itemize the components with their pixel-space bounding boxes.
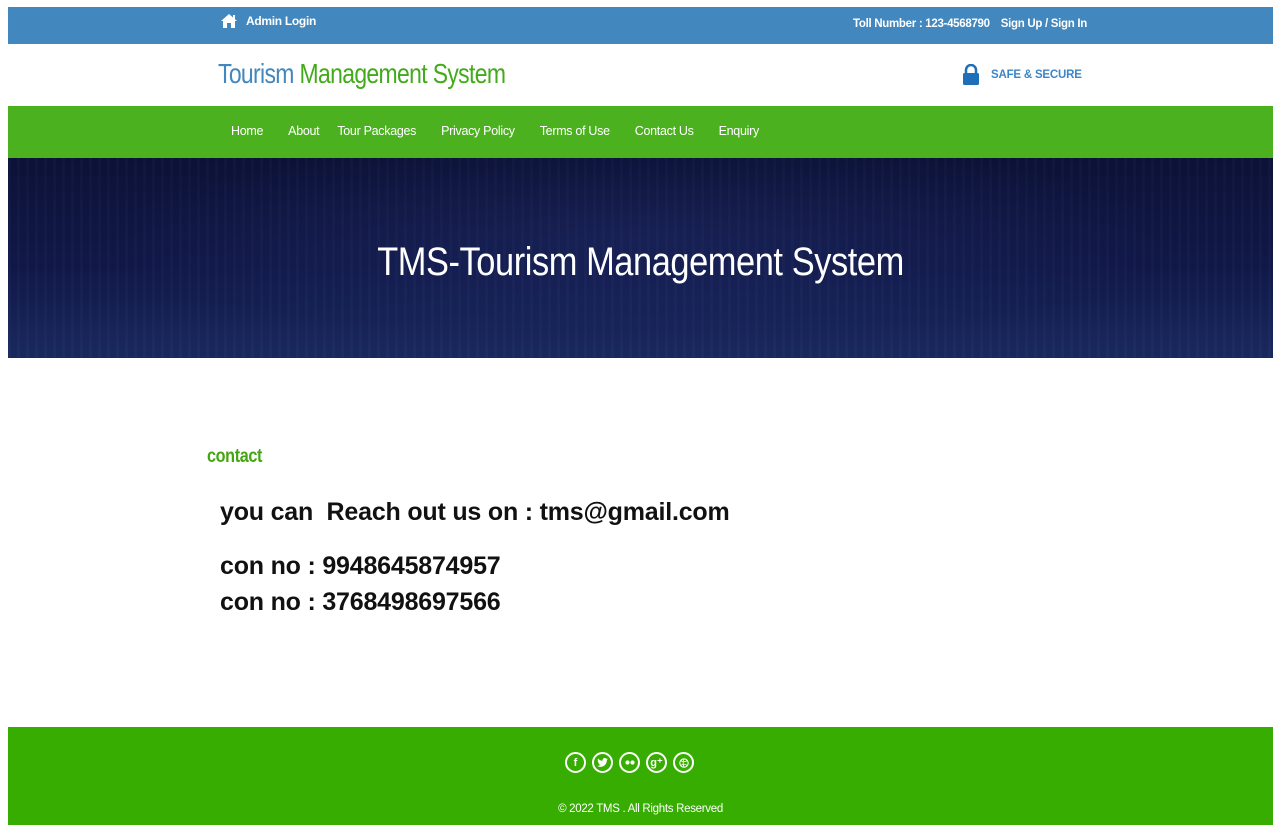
twitter-icon[interactable] <box>592 752 613 773</box>
home-icon <box>221 14 237 28</box>
copyright-text: © 2022 TMS . All Rights Reserved <box>558 803 723 815</box>
signup-signin-link[interactable]: Sign Up / Sign In <box>1001 18 1088 30</box>
site-logo[interactable]: Tourism Management System <box>218 58 506 90</box>
facebook-icon[interactable]: f <box>565 752 586 773</box>
contact-number-2: con no : 3768498697566 <box>220 588 501 616</box>
admin-login-link[interactable]: Admin Login <box>220 13 316 29</box>
nav-privacy-policy[interactable]: Privacy Policy <box>441 124 515 138</box>
logo-part2: Management System <box>299 58 506 89</box>
hero-banner: TMS-Tourism Management System <box>8 158 1273 358</box>
lock-icon <box>963 64 979 85</box>
section-tag: contact <box>207 446 263 467</box>
nav-terms-of-use[interactable]: Terms of Use <box>540 124 610 138</box>
page: Admin Login Toll Number : 123-4568790 Si… <box>8 7 1273 825</box>
toll-number: Toll Number : 123-4568790 <box>853 18 990 30</box>
contact-number-1: con no : 9948645874957 <box>220 552 501 580</box>
main-nav: Home About Tour Packages Privacy Policy … <box>8 106 1273 158</box>
dribbble-icon[interactable] <box>673 752 694 773</box>
contact-content: contact you can Reach out us on : tms@gm… <box>8 358 1273 727</box>
nav-tour-packages[interactable]: Tour Packages <box>337 124 416 138</box>
nav-home[interactable]: Home <box>231 124 263 138</box>
top-bar: Admin Login Toll Number : 123-4568790 Si… <box>8 7 1273 44</box>
safe-secure-badge: SAFE & SECURE <box>963 64 1082 86</box>
topbar-right: Toll Number : 123-4568790 Sign Up / Sign… <box>853 18 1087 30</box>
nav-contact-us[interactable]: Contact Us <box>635 124 694 138</box>
flickr-icon[interactable] <box>619 752 640 773</box>
admin-login-label: Admin Login <box>246 14 317 28</box>
footer: f g⁺ © 2022 TMS . All Rights Reserved <box>8 727 1273 825</box>
nav-enquiry[interactable]: Enquiry <box>719 124 760 138</box>
header: Tourism Management System SAFE & SECURE <box>8 44 1273 106</box>
google-plus-icon[interactable]: g⁺ <box>646 752 667 773</box>
banner-title: TMS-Tourism Management System <box>377 240 904 284</box>
reach-out-text: you can Reach out us on : tms@gmail.com <box>220 498 730 526</box>
safe-secure-label: SAFE & SECURE <box>991 69 1082 81</box>
logo-part1: Tourism <box>218 58 294 89</box>
nav-about[interactable]: About <box>288 124 319 138</box>
social-links: f g⁺ <box>565 752 694 773</box>
